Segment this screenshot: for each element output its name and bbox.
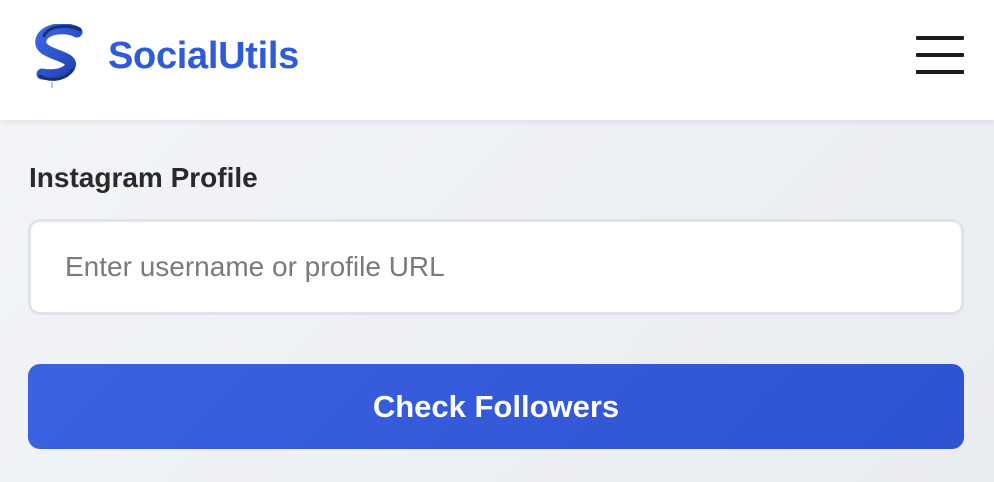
follower-check-form: Instagram Profile Check Followers (0, 120, 994, 482)
hamburger-menu-icon (916, 36, 964, 40)
hamburger-menu-button[interactable] (914, 36, 966, 76)
logo-link[interactable]: SocialUtils (30, 24, 299, 88)
brand-name: SocialUtils (108, 34, 299, 77)
social-utils-logo-icon (35, 24, 83, 88)
hamburger-menu-icon (916, 53, 964, 57)
instagram-profile-label: Instagram Profile (29, 162, 258, 193)
site-header: SocialUtils (0, 0, 994, 120)
hamburger-menu-icon (916, 70, 964, 74)
instagram-profile-input[interactable] (28, 219, 964, 315)
check-followers-button[interactable]: Check Followers (28, 364, 964, 449)
